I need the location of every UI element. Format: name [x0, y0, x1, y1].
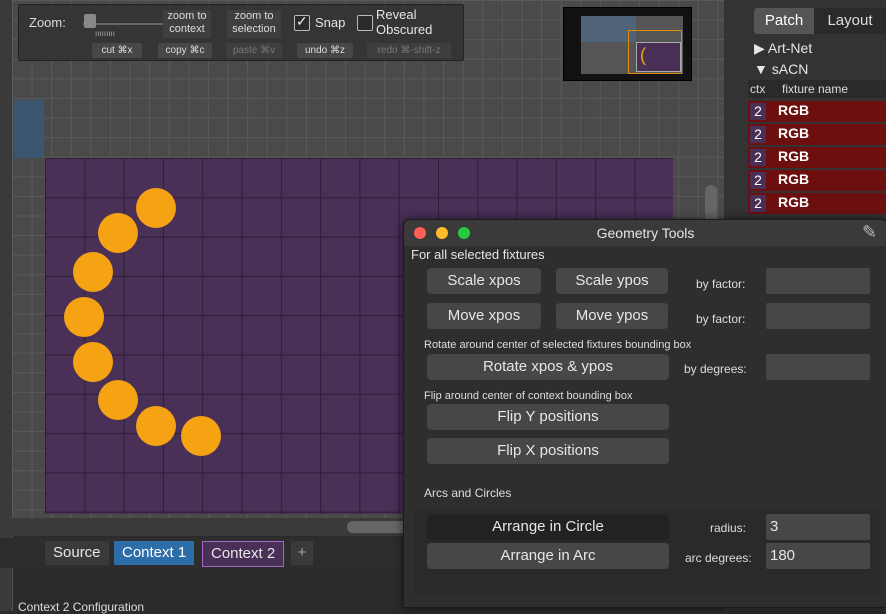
undo-button[interactable]: undo ⌘z [297, 43, 353, 58]
fixture-dot[interactable] [98, 213, 138, 253]
move-factor-label: by factor: [696, 312, 746, 326]
cut-button[interactable]: cut ⌘x [92, 43, 142, 58]
fixture-ctx: 2 [750, 172, 766, 189]
column-ctx[interactable]: ctx [750, 80, 765, 98]
minimap-fixtures-icon: ( [640, 45, 646, 65]
tree-item-sacn[interactable]: ▼ sACN [754, 61, 808, 77]
fixture-dot[interactable] [136, 406, 176, 446]
zoom-to-context-button[interactable]: zoom to context [163, 10, 211, 38]
fixture-row[interactable]: 2 RGB [748, 124, 886, 147]
fixture-dot[interactable] [136, 188, 176, 228]
snap-checkbox[interactable]: ✓ [294, 13, 310, 31]
tree-item-artnet[interactable]: ▶ Art-Net [754, 40, 812, 57]
tab-source[interactable]: Source [45, 541, 109, 565]
reveal-obscured-checkbox[interactable] [357, 15, 373, 31]
fixture-table-header: ctx fixture name [748, 80, 886, 98]
radius-input[interactable]: 3 [766, 514, 870, 540]
column-fixture-name[interactable]: fixture name [782, 80, 848, 98]
scale-factor-input[interactable] [766, 268, 870, 294]
tab-context-1[interactable]: Context 1 [114, 541, 195, 565]
geometry-tools-window: Geometry Tools ✎ For all selected fixtur… [403, 219, 886, 608]
zoom-slider[interactable]: ııııııııı [81, 11, 171, 41]
minimap-viewport[interactable] [628, 30, 682, 74]
zoom-knob[interactable] [84, 14, 96, 28]
fixture-dot[interactable] [73, 252, 113, 292]
rotate-button[interactable]: Rotate xpos & ypos [427, 354, 669, 380]
rotate-degrees-input[interactable] [766, 354, 870, 380]
checkmark-icon: ✓ [296, 13, 308, 29]
fixture-ctx: 2 [750, 103, 766, 120]
status-text: Context 2 Configuration [18, 600, 145, 614]
fixture-dot[interactable] [98, 380, 138, 420]
flip-y-button[interactable]: Flip Y positions [427, 404, 669, 430]
move-factor-input[interactable] [766, 303, 870, 329]
scale-xpos-button[interactable]: Scale xpos [427, 268, 541, 294]
fixture-row[interactable]: 2 RGB [748, 170, 886, 193]
scale-factor-label: by factor: [696, 277, 746, 291]
zoom-label: Zoom: [29, 15, 66, 30]
fixture-dot[interactable] [181, 416, 221, 456]
snap-label: Snap [315, 15, 346, 30]
fixture-row[interactable]: 2 RGB [748, 147, 886, 170]
arcs-section-title: Arcs and Circles [424, 486, 512, 500]
tab-context-2[interactable]: Context 2 [202, 541, 285, 567]
section-for-all: For all selected fixtures [411, 247, 545, 262]
scale-ypos-button[interactable]: Scale ypos [556, 268, 668, 294]
window-title: Geometry Tools [596, 225, 695, 241]
toolbar: Zoom: ııııııııı zoom to context zoom to … [18, 4, 464, 61]
copy-button[interactable]: copy ⌘c [158, 43, 212, 58]
fixture-dot[interactable] [64, 297, 104, 337]
pin-icon[interactable]: ✎ [862, 222, 877, 243]
fixture-name: RGB [778, 171, 810, 187]
fixture-row[interactable]: 2 RGB [748, 101, 886, 124]
add-context-button[interactable]: + [291, 541, 313, 565]
move-xpos-button[interactable]: Move xpos [427, 303, 541, 329]
fixture-dot[interactable] [73, 342, 113, 382]
zoom-to-selection-button[interactable]: zoom to selection [227, 10, 281, 38]
fixture-ctx: 2 [750, 126, 766, 143]
arc-degrees-input[interactable]: 180 [766, 543, 870, 569]
fixture-name: RGB [778, 148, 810, 164]
fixture-name: RGB [778, 125, 810, 141]
flip-x-button[interactable]: Flip X positions [427, 438, 669, 464]
flip-caption: Flip around center of context bounding b… [424, 390, 633, 402]
tab-patch[interactable]: Patch [754, 8, 814, 34]
move-ypos-button[interactable]: Move ypos [556, 303, 668, 329]
arrange-circle-button[interactable]: Arrange in Circle [427, 514, 669, 540]
fixture-name: RGB [778, 102, 810, 118]
paste-button[interactable]: paste ⌘v [226, 43, 282, 58]
radius-label: radius: [710, 521, 747, 535]
tab-layout[interactable]: Layout [814, 8, 886, 34]
reveal-obscured-label: Reveal Obscured [376, 7, 433, 37]
fixture-ctx: 2 [750, 149, 766, 166]
arrange-arc-button[interactable]: Arrange in Arc [427, 543, 669, 569]
zoom-ticks: ııııııııı [95, 29, 116, 38]
arc-degrees-label: arc degrees: [685, 551, 752, 565]
context1-region [14, 100, 44, 158]
rotate-caption: Rotate around center of selected fixture… [424, 339, 692, 351]
redo-button[interactable]: redo ⌘-shift-z [367, 43, 451, 58]
minimap[interactable]: ( [563, 7, 692, 81]
fixture-name: RGB [778, 194, 810, 210]
panel-tabs: Patch Layout [754, 8, 886, 34]
fixture-ctx: 2 [750, 195, 766, 212]
window-titlebar[interactable]: Geometry Tools ✎ [404, 220, 886, 246]
rotate-degrees-label: by degrees: [684, 362, 747, 376]
fixture-row[interactable]: 2 RGB [748, 193, 886, 216]
